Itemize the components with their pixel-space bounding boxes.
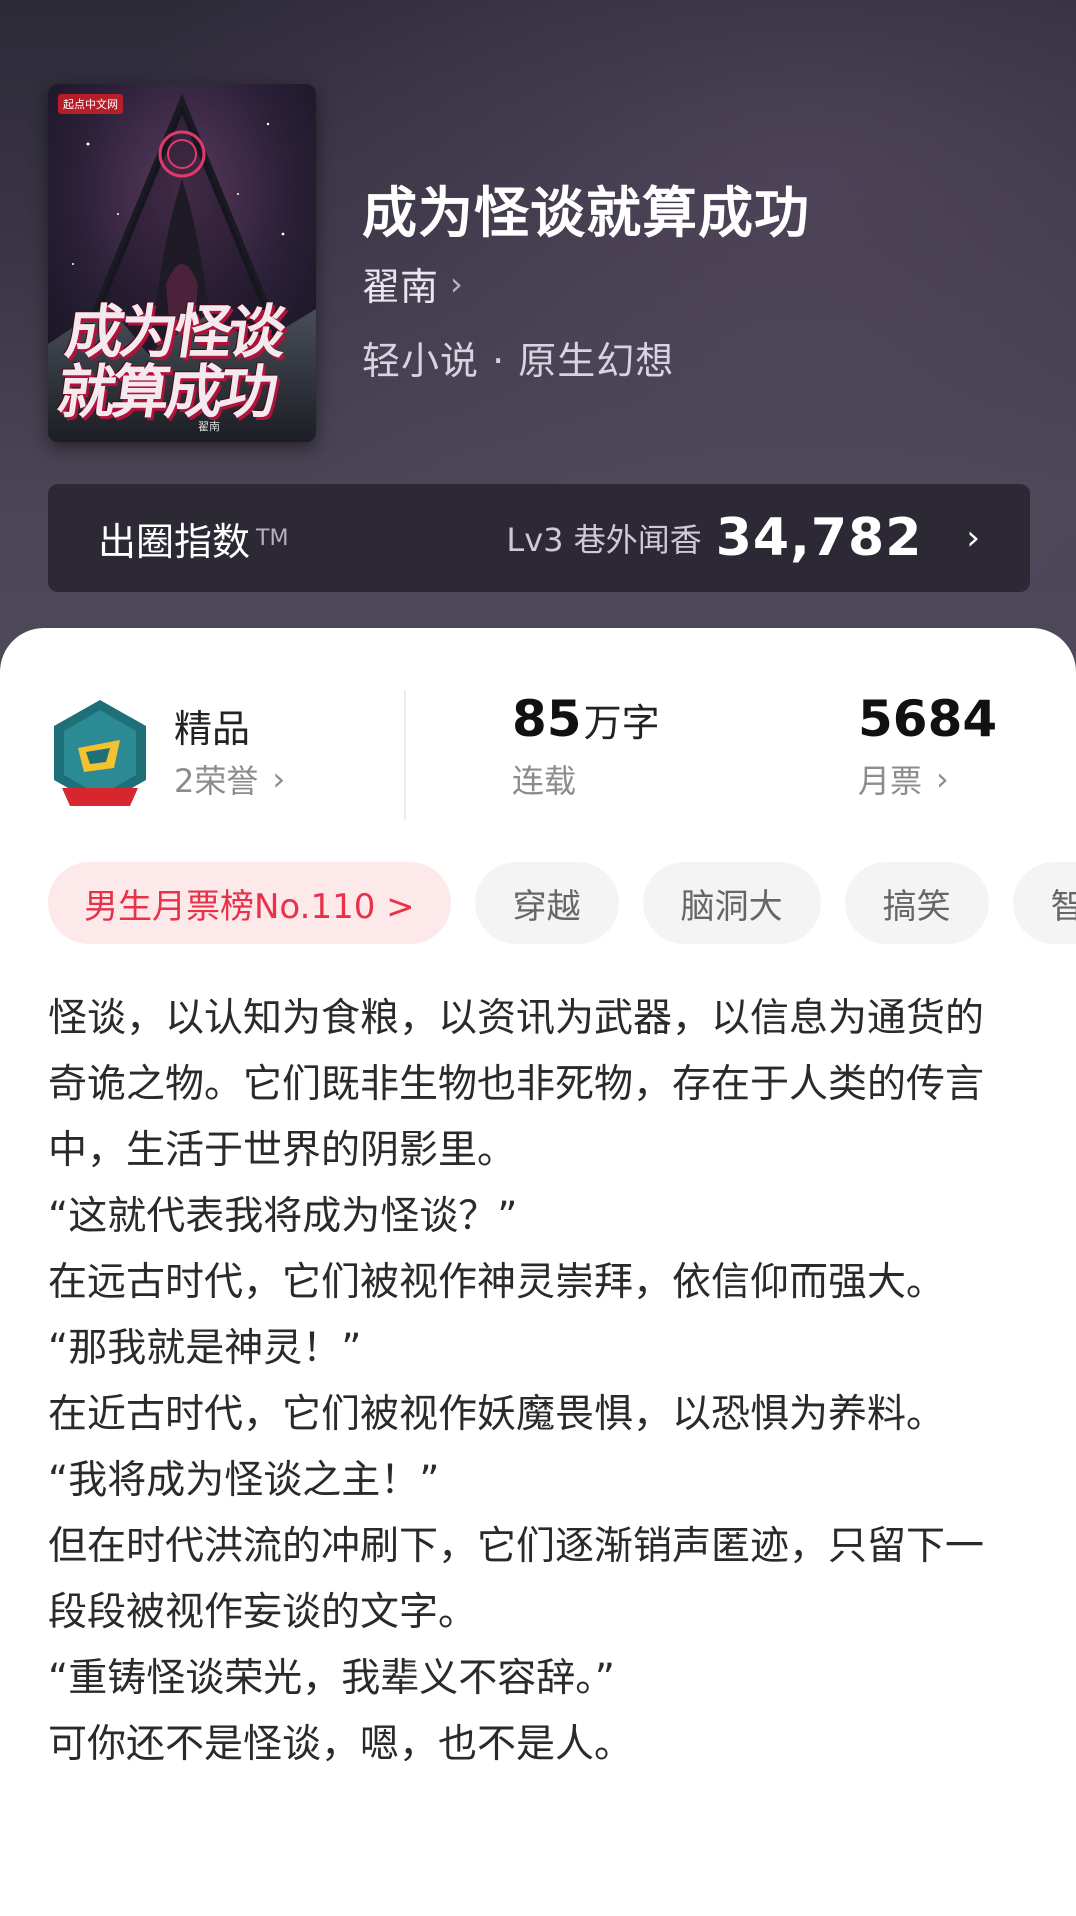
synopsis-paragraph: 但在时代洪流的冲刷下，它们逐渐销声匿迹，只留下一段段被视作妄谈的文字。 [48, 1524, 985, 1635]
book-cover[interactable]: 起点中文网 成为怪谈就算成功 翟南 [48, 84, 316, 442]
quality-badge-icon[interactable] [48, 696, 152, 814]
chevron-right-icon: › [936, 760, 949, 798]
word-count-number: 85 [512, 690, 582, 748]
stats-divider [404, 690, 406, 820]
trademark-mark: TM [256, 525, 289, 551]
chevron-right-icon: › [450, 264, 463, 303]
book-synopsis[interactable]: 怪谈，以认知为食粮，以资讯为武器，以信息为通货的奇诡之物。它们既非生物也非死物，… [48, 986, 1008, 1778]
monthly-ticket-link[interactable]: 月票 › [858, 756, 949, 802]
monthly-ticket-label: 月票 [858, 762, 923, 800]
synopsis-paragraph: 可你还不是怪谈，嗯，也不是人。 [48, 1722, 634, 1767]
book-genre: 轻小说 · 原生幻想 [362, 339, 675, 383]
word-count: 85 万字 [512, 690, 660, 748]
synopsis-paragraph: 在远古时代，它们被视作神灵崇拜，依信仰而强大。 [48, 1260, 946, 1305]
tag-list: 男生月票榜No.110 > 穿越 脑洞大 搞笑 智 [48, 862, 1076, 944]
honor-count: 2荣誉 [174, 762, 259, 800]
chevron-right-icon: › [966, 518, 980, 558]
author-name: 翟南 [362, 265, 439, 309]
cover-publisher-badge: 起点中文网 [58, 94, 123, 114]
synopsis-paragraph: “我将成为怪谈之主！” [48, 1458, 440, 1503]
index-value: 34,782 [715, 508, 923, 568]
chevron-right-icon: › [272, 760, 286, 798]
word-count-unit: 万字 [583, 701, 660, 745]
tag-rank[interactable]: 男生月票榜No.110 > [48, 862, 451, 944]
cover-title-art: 成为怪谈就算成功 [53, 298, 288, 426]
synopsis-paragraph: “那我就是神灵！” [48, 1326, 362, 1371]
synopsis-paragraph: “这就代表我将成为怪谈？” [48, 1194, 518, 1239]
tag-chip[interactable]: 智 [1012, 862, 1076, 944]
index-label: 出圈指数 [98, 519, 251, 564]
synopsis-paragraph: “重铸怪谈荣光，我辈义不容辞。” [48, 1656, 615, 1701]
tag-chip[interactable]: 搞笑 [844, 862, 989, 944]
serial-status: 连载 [512, 762, 577, 800]
tag-chip[interactable]: 穿越 [474, 862, 619, 944]
monthly-ticket-count: 5684 [858, 690, 998, 748]
honor-title: 精品 [174, 707, 251, 751]
tag-chip[interactable]: 脑洞大 [642, 862, 821, 944]
cover-author-tag: 翟南 [198, 420, 220, 433]
book-title: 成为怪谈就算成功 [362, 181, 811, 245]
honor-link[interactable]: 2荣誉 › [174, 756, 285, 802]
author-link[interactable]: 翟南 › [362, 256, 463, 311]
detail-sheet: 精品 2荣誉 › 85 万字 连载 5684 月票 › 男生月票榜No.110 … [0, 628, 1076, 1916]
index-level: Lv3 巷外闻香 [506, 521, 702, 559]
synopsis-paragraph: 怪谈，以认知为食粮，以资讯为武器，以信息为通货的奇诡之物。它们既非生物也非死物，… [48, 996, 985, 1173]
popularity-index-bar[interactable]: 出圈指数 TM Lv3 巷外闻香 34,782 › [48, 484, 1030, 592]
synopsis-paragraph: 在近古时代，它们被视作妖魔畏惧，以恐惧为养料。 [48, 1392, 946, 1437]
